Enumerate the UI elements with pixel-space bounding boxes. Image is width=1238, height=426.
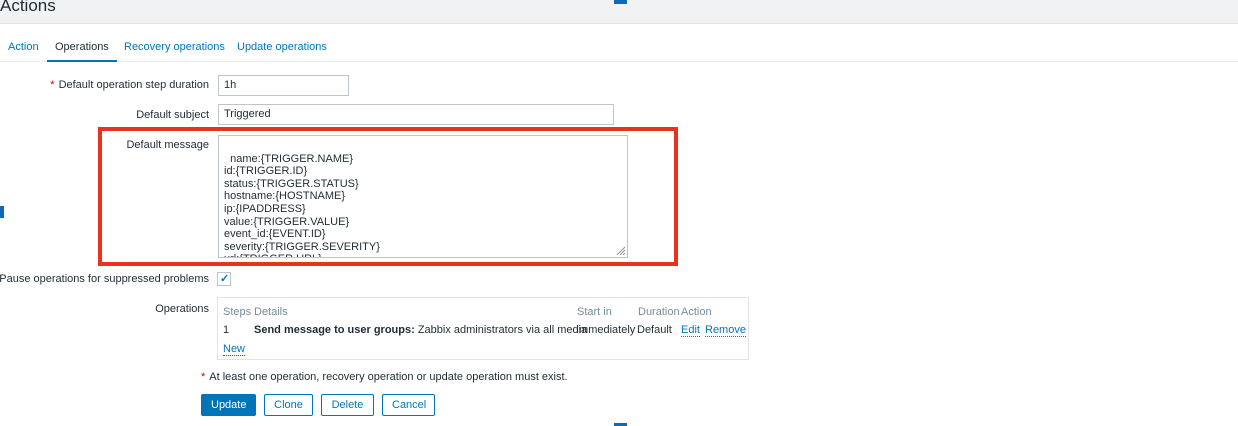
operations-table: Steps Details Start in Duration Action 1… xyxy=(217,297,749,360)
row-details-type: Send message to user groups: xyxy=(254,324,415,336)
delete-button[interactable]: Delete xyxy=(321,394,374,416)
row-steps: 1 xyxy=(223,324,230,336)
edit-link[interactable]: Edit xyxy=(681,324,700,337)
selection-marker xyxy=(0,206,4,218)
row-start-in: Immediately xyxy=(576,324,636,336)
tab-update-operations[interactable]: Update operations xyxy=(237,36,327,62)
pause-checkbox[interactable]: ✓ xyxy=(217,272,231,286)
new-operation-link[interactable]: New xyxy=(223,343,246,356)
header-duration: Duration xyxy=(638,306,680,318)
remove-link[interactable]: Remove xyxy=(705,324,746,337)
page-title: Actions xyxy=(0,0,56,15)
check-icon: ✓ xyxy=(220,273,230,285)
pause-label: Pause operations for suppressed problems xyxy=(0,273,209,285)
required-mark: * xyxy=(201,371,206,383)
update-button[interactable]: Update xyxy=(201,394,256,416)
clone-button[interactable]: Clone xyxy=(264,394,313,416)
header-action: Action xyxy=(681,306,712,318)
selection-marker xyxy=(614,0,627,4)
step-duration-label: * Default operation step duration xyxy=(50,79,209,91)
subject-input[interactable]: Triggered xyxy=(218,104,614,125)
tab-recovery-operations[interactable]: Recovery operations xyxy=(124,36,225,62)
step-duration-input[interactable]: 1h xyxy=(218,75,349,96)
required-note: * At least one operation, recovery operat… xyxy=(201,371,568,383)
subject-label: Default subject xyxy=(136,109,209,121)
tab-operations[interactable]: Operations xyxy=(47,36,117,62)
highlight-box xyxy=(98,127,678,266)
cancel-button[interactable]: Cancel xyxy=(382,394,435,416)
tab-bar: Action Operations Recovery operations Up… xyxy=(0,36,1238,62)
row-details: Send message to user groups: Zabbix admi… xyxy=(254,324,587,336)
tab-action[interactable]: Action xyxy=(8,36,39,62)
header-start-in: Start in xyxy=(577,306,612,318)
header-steps: Steps xyxy=(223,306,252,318)
row-duration: Default xyxy=(637,324,672,336)
operations-label: Operations xyxy=(155,303,209,315)
row-details-target: Zabbix administrators via all media xyxy=(414,324,588,336)
header-details: Details xyxy=(254,306,288,318)
required-mark: * xyxy=(50,79,55,91)
